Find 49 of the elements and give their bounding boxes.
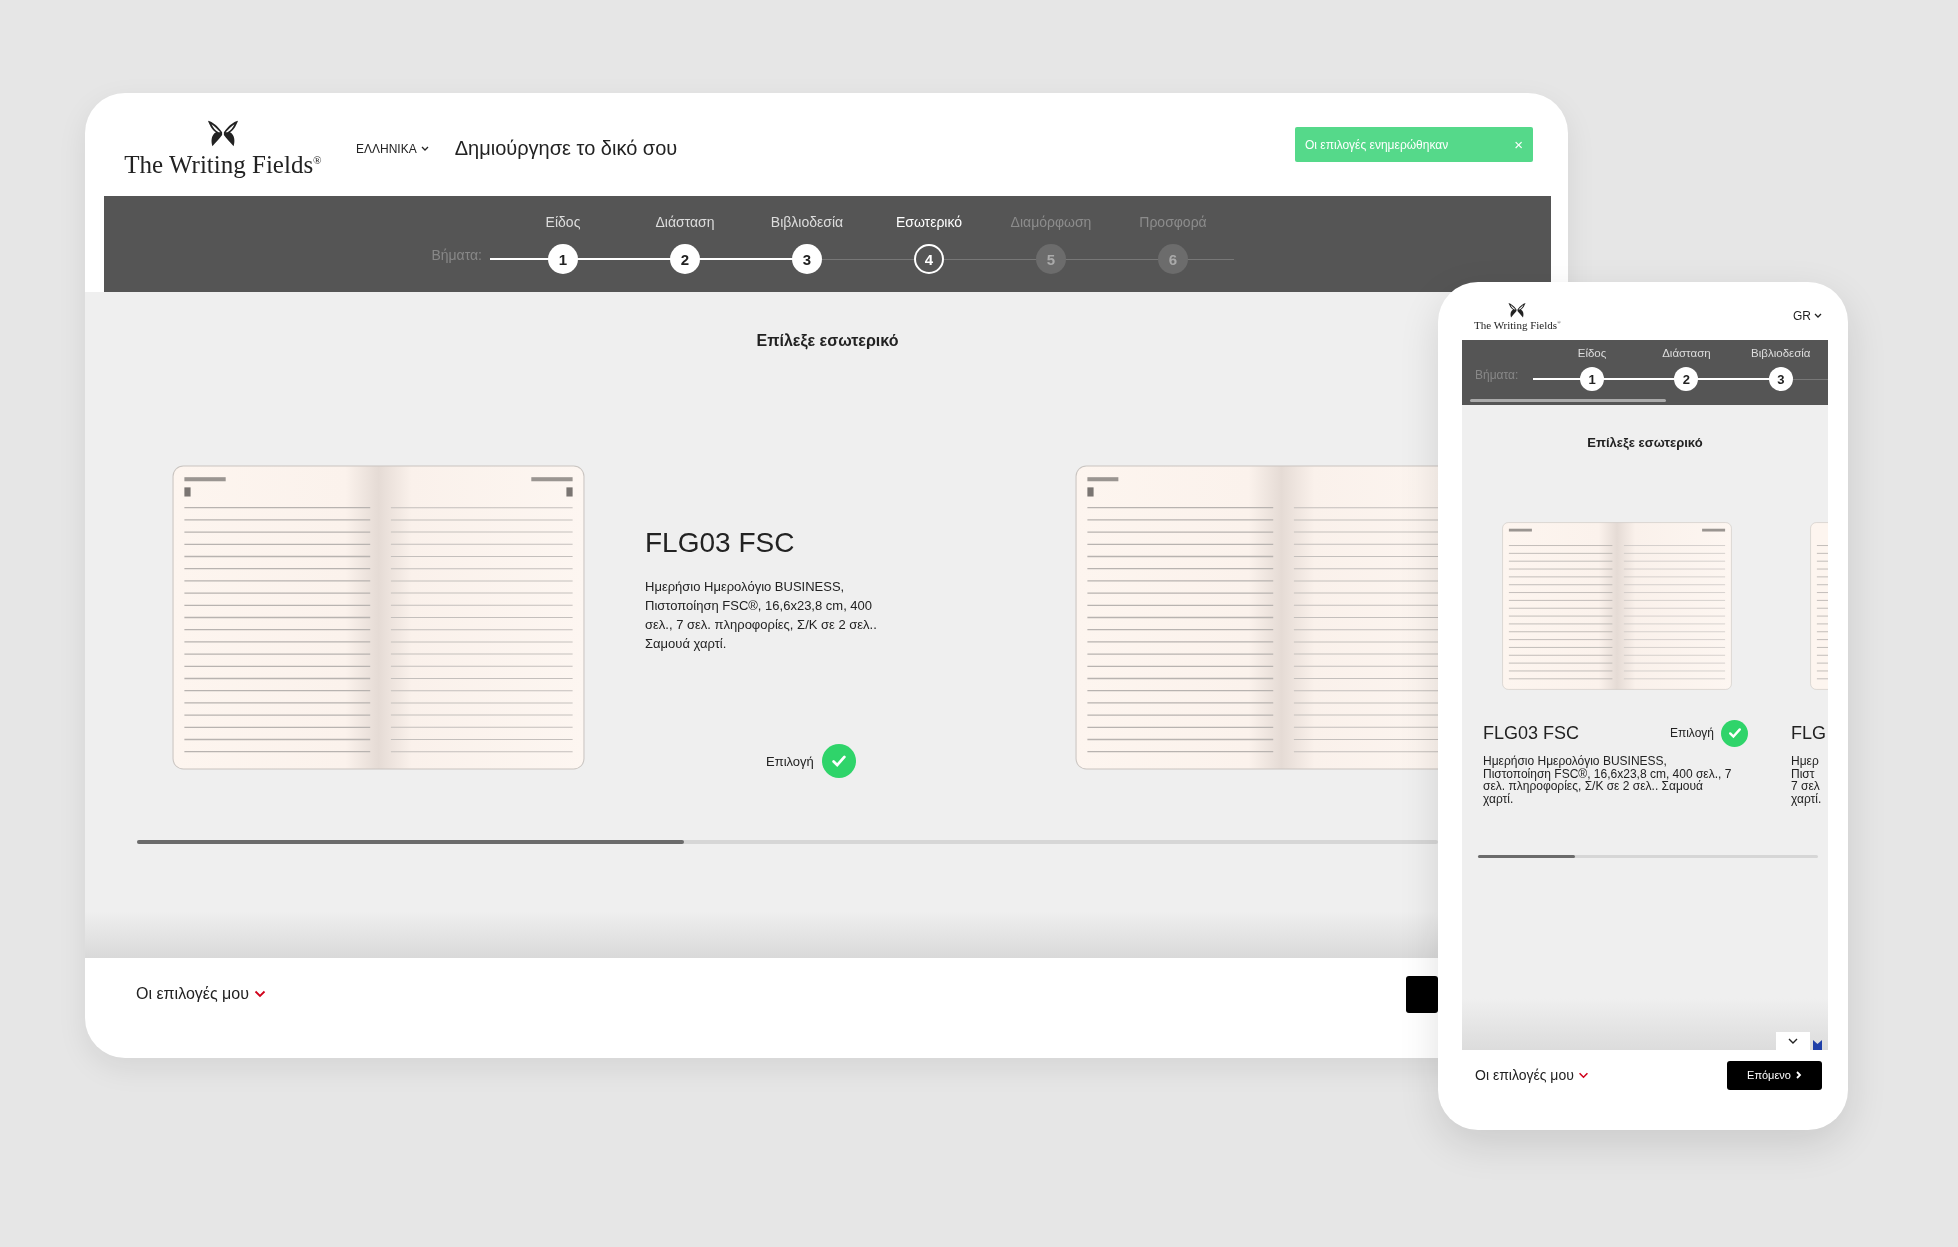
chevron-icon — [254, 990, 266, 998]
product-description: 7 σελ — [1791, 780, 1821, 793]
step-number[interactable]: 1 — [1580, 367, 1604, 391]
step-label[interactable]: Εσωτερικό — [895, 214, 963, 236]
butterfly-icon — [205, 118, 241, 149]
chevron-icon — [420, 145, 429, 152]
section-heading: Επίλεξε εσωτερικό — [1586, 435, 1704, 450]
section-heading: Επίλεξε εσωτερικό — [755, 332, 900, 350]
next-button[interactable] — [1406, 975, 1438, 1013]
my-choices-toggle[interactable]: Οι επιλογές μου — [136, 985, 266, 1003]
step-number[interactable]: 2 — [670, 244, 700, 274]
step-number[interactable]: 1 — [548, 244, 578, 274]
step-label[interactable]: Είδος — [1577, 347, 1607, 363]
product-title: FLG — [1791, 722, 1826, 744]
product-description: Ημερήσιο Ημερολόγιο BUSINESS, Πιστοποίηση FSC®, 16,6x23,8 cm, 400 σελ., 7 σελ. πληροφορίες, Σ/Κ σε 2 σελ.. Σαμουά χαρτί. — [645, 578, 878, 653]
butterfly-icon — [1507, 301, 1528, 319]
caret-icon[interactable] — [1776, 1032, 1810, 1050]
check-icon[interactable] — [821, 744, 856, 778]
choice-label: Επιλογή — [766, 753, 814, 769]
product-description: Ημερήσιο Ημερολόγιο BUSINESS, Πιστοποίηση FSC®, 16,6x23,8 cm, 400 σελ., 7 σελ. πληροφορίες, Σ/Κ σε 2 σελ.. Σαμουά χαρτί. — [1483, 755, 1733, 805]
step-label[interactable]: Βιβλιοδεσία — [1751, 347, 1811, 363]
product-description: Ημερ — [1791, 755, 1820, 768]
chevron-icon — [1814, 313, 1822, 319]
next-button[interactable]: Επόμενο — [1727, 1060, 1822, 1090]
language-select[interactable]: GR — [1793, 309, 1822, 323]
page-title: Δημιούργησε το δικό σου — [454, 137, 678, 160]
step-label[interactable]: Βιβλιοδεσία — [770, 214, 844, 236]
flag-icon — [1813, 1040, 1822, 1050]
scrollbar[interactable] — [1478, 855, 1818, 858]
step-label[interactable]: Διάσταση — [1662, 347, 1711, 363]
step-label[interactable]: Είδος — [545, 214, 581, 236]
step-label[interactable]: Διάσταση — [655, 214, 715, 236]
scrollbar[interactable] — [137, 840, 1438, 844]
product-title: FLG03 FSC — [1483, 722, 1580, 744]
product-description: Πιστ — [1791, 767, 1815, 780]
chevron-icon — [1795, 1071, 1802, 1079]
product-description: χαρτί. — [1791, 792, 1823, 805]
my-choices-toggle[interactable]: Οι επιλογές μου — [1475, 1067, 1589, 1083]
choice-label: Επιλογή — [1669, 726, 1714, 740]
check-icon[interactable] — [1721, 719, 1748, 747]
step-number[interactable]: 3 — [792, 244, 822, 274]
toast-message: Οι επιλογές ενημερώθηκαν — [1305, 137, 1449, 152]
step-number[interactable]: 3 — [1768, 367, 1793, 391]
logo-text[interactable]: The Writing Fields$^{®}$ — [124, 150, 322, 179]
step-number[interactable]: 2 — [1674, 367, 1699, 391]
step-number[interactable]: 4 — [914, 244, 944, 274]
chevron-icon — [1577, 1071, 1589, 1079]
product-title: FLG03 FSC — [645, 527, 796, 559]
language-select[interactable]: ΕΛΛΗΝΙΚΑ — [356, 141, 429, 156]
